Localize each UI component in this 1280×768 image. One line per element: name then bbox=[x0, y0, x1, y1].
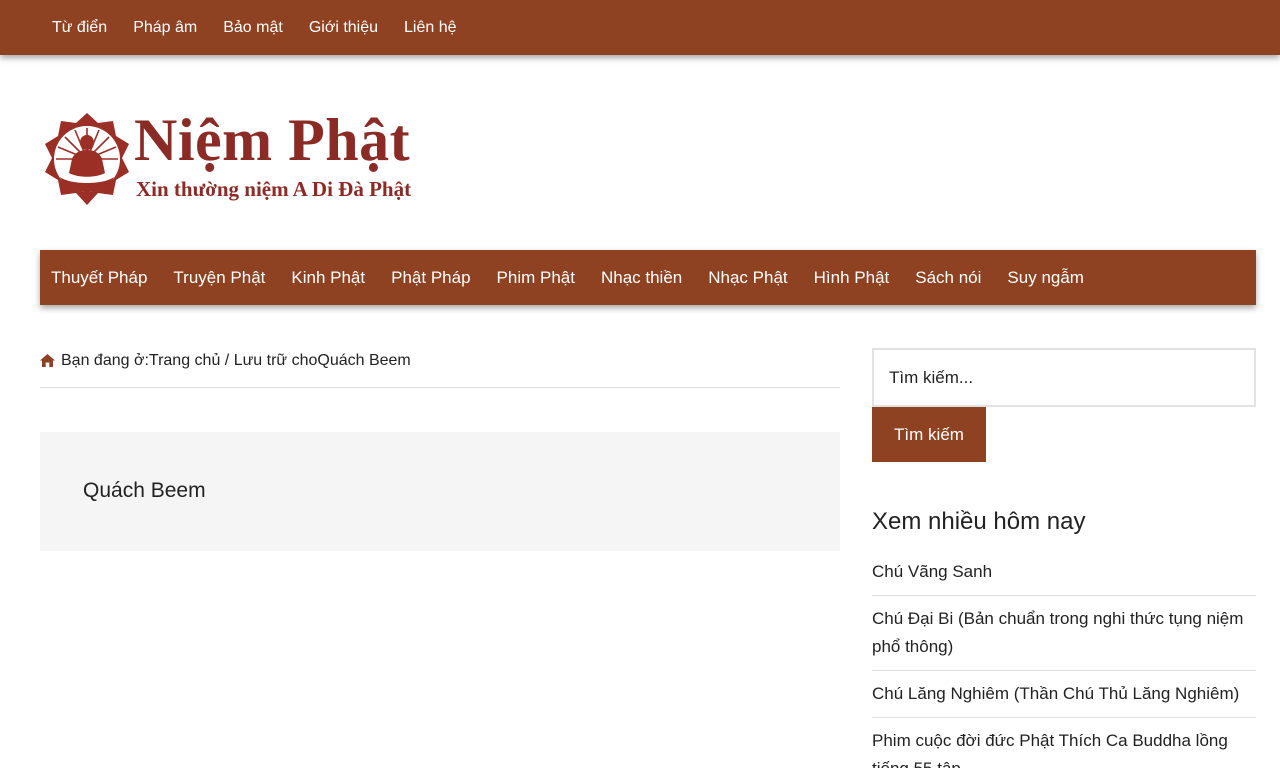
breadcrumb-current: Quách Beem bbox=[317, 352, 411, 369]
top-menu-item-lien-he[interactable]: Liên hệ bbox=[391, 0, 470, 55]
main-menu-item-truyen-phat[interactable]: Truyện Phật bbox=[160, 250, 278, 305]
search-button[interactable]: Tìm kiếm bbox=[872, 407, 986, 462]
site-logo[interactable]: Niệm Phật Xin thường niệm A Di Đà Phật bbox=[40, 105, 440, 213]
main-menu-item-phat-phap[interactable]: Phật Pháp bbox=[378, 250, 483, 305]
popular-link[interactable]: Chú Lăng Nghiêm (Thần Chú Thủ Lăng Nghiê… bbox=[872, 684, 1239, 703]
list-item: Chú Vãng Sanh bbox=[872, 549, 1256, 596]
breadcrumb-home-link[interactable]: Trang chủ bbox=[149, 352, 220, 370]
main-menu-item-thuyet-phap[interactable]: Thuyết Pháp bbox=[40, 250, 160, 305]
list-item: Chú Lăng Nghiêm (Thần Chú Thủ Lăng Nghiê… bbox=[872, 671, 1256, 718]
main-menu-item-kinh-phat[interactable]: Kinh Phật bbox=[278, 250, 378, 305]
breadcrumb-separator: / bbox=[220, 352, 234, 369]
popular-link[interactable]: Phim cuộc đời đức Phật Thích Ca Buddha l… bbox=[872, 731, 1228, 768]
archive-title: Quách Beem bbox=[83, 479, 206, 502]
popular-widget-title: Xem nhiều hôm nay bbox=[872, 508, 1086, 535]
popular-link[interactable]: Chú Đại Bi (Bản chuẩn trong nghi thức tụ… bbox=[872, 609, 1243, 656]
home-icon bbox=[40, 354, 55, 367]
breadcrumb-archive-label: Lưu trữ cho bbox=[233, 352, 318, 369]
list-item: Phim cuộc đời đức Phật Thích Ca Buddha l… bbox=[872, 718, 1256, 768]
main-menu-item-suy-ngam[interactable]: Suy ngẫm bbox=[994, 250, 1097, 305]
top-menu-item-tu-dien[interactable]: Từ điển bbox=[39, 0, 120, 55]
top-menu-item-gioi-thieu[interactable]: Giới thiệu bbox=[296, 0, 391, 55]
site-name: Niệm Phật bbox=[134, 107, 411, 173]
main-menu: Thuyết Pháp Truyện Phật Kinh Phật Phật P… bbox=[40, 250, 1256, 305]
main-menu-item-phim-phat[interactable]: Phim Phật bbox=[484, 250, 588, 305]
main-menu-item-sach-noi[interactable]: Sách nói bbox=[902, 250, 994, 305]
main-menu-item-nhac-thien[interactable]: Nhạc thiền bbox=[588, 250, 695, 305]
buddha-lotus-emblem-icon bbox=[45, 113, 129, 205]
top-menu: Từ điển Pháp âm Bảo mật Giới thiệu Liên … bbox=[0, 0, 1280, 55]
top-menu-item-phap-am[interactable]: Pháp âm bbox=[120, 0, 210, 55]
popular-link[interactable]: Chú Vãng Sanh bbox=[872, 562, 992, 581]
main-menu-item-nhac-phat[interactable]: Nhạc Phật bbox=[695, 250, 800, 305]
main-menu-item-hinh-phat[interactable]: Hình Phật bbox=[801, 250, 903, 305]
popular-list: Chú Vãng Sanh Chú Đại Bi (Bản chuẩn tron… bbox=[872, 549, 1256, 768]
breadcrumb: Bạn đang ở: Trang chủ / Lưu trữ cho Quách … bbox=[40, 340, 840, 388]
site-tagline: Xin thường niệm A Di Đà Phật bbox=[136, 177, 412, 201]
search-input[interactable] bbox=[872, 348, 1256, 407]
breadcrumb-prefix: Bạn đang ở: bbox=[61, 352, 149, 369]
list-item: Chú Đại Bi (Bản chuẩn trong nghi thức tụ… bbox=[872, 596, 1256, 671]
archive-header: Quách Beem bbox=[40, 432, 840, 551]
top-menu-item-bao-mat[interactable]: Bảo mật bbox=[210, 0, 296, 55]
